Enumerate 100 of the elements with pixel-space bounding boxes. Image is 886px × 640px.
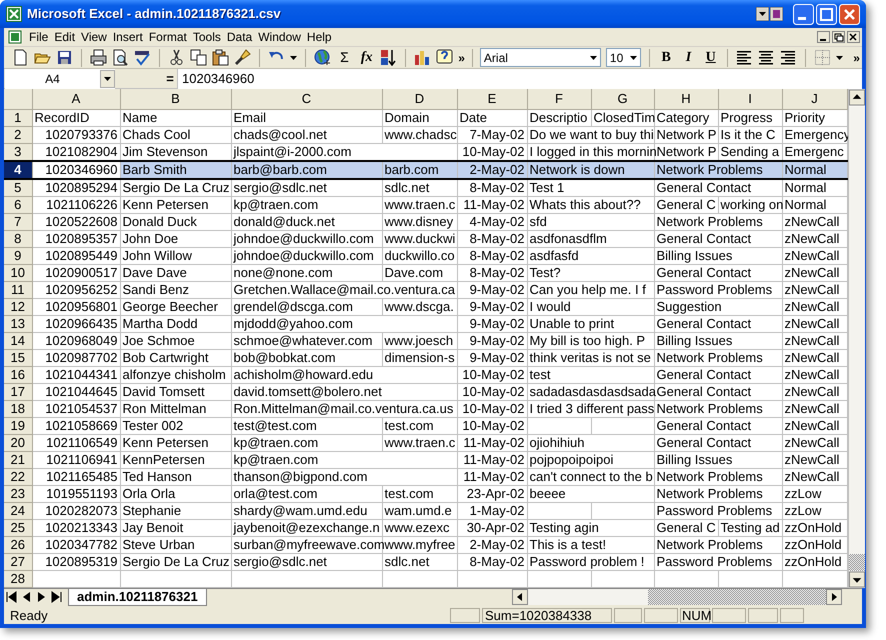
column-header[interactable]: B bbox=[120, 89, 231, 109]
row-header[interactable]: 21 bbox=[4, 451, 32, 468]
dropdown-icon[interactable] bbox=[756, 7, 769, 21]
table-cell: 1020956252 bbox=[32, 281, 120, 298]
vertical-scrollbar[interactable] bbox=[848, 89, 864, 588]
spelling-check-icon[interactable] bbox=[134, 49, 151, 66]
table-cell: 1021054537 bbox=[32, 400, 120, 417]
menu-item[interactable]: Format bbox=[146, 28, 190, 46]
row-header[interactable]: 20 bbox=[4, 434, 32, 451]
first-sheet-icon[interactable] bbox=[4, 589, 19, 605]
row-header[interactable]: 2 bbox=[4, 126, 32, 143]
sheet-tab[interactable]: admin.10211876321 bbox=[68, 588, 207, 606]
column-header[interactable]: E bbox=[457, 89, 527, 109]
scroll-up-icon[interactable] bbox=[848, 89, 864, 106]
menu-item[interactable]: Insert bbox=[110, 28, 146, 46]
printer-icon[interactable] bbox=[90, 49, 107, 66]
function-button[interactable]: fx bbox=[358, 47, 376, 68]
row-header[interactable]: 8 bbox=[4, 230, 32, 247]
new-document-icon[interactable] bbox=[12, 49, 29, 66]
row-header[interactable]: 7 bbox=[4, 213, 32, 230]
formula-field[interactable]: 1020346960 bbox=[177, 68, 862, 88]
overflow-button[interactable]: » bbox=[458, 48, 465, 66]
paintbrush-icon[interactable] bbox=[234, 49, 251, 66]
column-header[interactable]: H bbox=[654, 89, 718, 109]
row-header[interactable]: 26 bbox=[4, 536, 32, 553]
scroll-right-icon[interactable] bbox=[826, 589, 842, 605]
menu-item[interactable]: File bbox=[26, 28, 52, 46]
column-header[interactable]: G bbox=[591, 89, 654, 109]
row-header[interactable]: 9 bbox=[4, 247, 32, 264]
row-header[interactable]: 4 bbox=[4, 160, 32, 178]
row-header[interactable]: 1 bbox=[4, 109, 32, 126]
menu-item[interactable]: Tools bbox=[190, 28, 224, 46]
menu-item[interactable]: Window bbox=[255, 28, 304, 46]
menu-item[interactable]: Help bbox=[304, 28, 335, 46]
copy-icon[interactable] bbox=[190, 49, 207, 66]
row-header[interactable]: 16 bbox=[4, 366, 32, 383]
column-header[interactable]: F bbox=[527, 89, 591, 109]
clipboard-icon[interactable] bbox=[212, 49, 229, 66]
horizontal-scrollbar[interactable] bbox=[512, 589, 842, 605]
document-icon[interactable] bbox=[8, 30, 22, 44]
close-icon[interactable] bbox=[847, 31, 860, 43]
maximize-button[interactable] bbox=[816, 4, 837, 24]
row-header[interactable]: 23 bbox=[4, 485, 32, 502]
menu-item[interactable]: Edit bbox=[51, 28, 78, 46]
row-header[interactable]: 15 bbox=[4, 349, 32, 366]
bold-button[interactable]: B bbox=[658, 47, 675, 68]
globe-icon[interactable] bbox=[314, 49, 331, 66]
row-header[interactable]: 10 bbox=[4, 264, 32, 281]
table-cell: zNewCall bbox=[782, 264, 847, 281]
table-cell: 9-May-02 bbox=[457, 349, 527, 366]
row-header[interactable]: 14 bbox=[4, 332, 32, 349]
italic-button[interactable]: I bbox=[680, 47, 698, 68]
app-icon[interactable] bbox=[770, 7, 783, 21]
row-header[interactable]: 25 bbox=[4, 519, 32, 536]
row-header[interactable]: 19 bbox=[4, 417, 32, 434]
font-field[interactable]: Arial bbox=[480, 48, 601, 67]
scroll-left-icon[interactable] bbox=[512, 589, 528, 605]
row-header[interactable]: 28 bbox=[4, 570, 32, 587]
row-header[interactable]: 22 bbox=[4, 468, 32, 485]
dropdown-icon[interactable] bbox=[100, 70, 115, 88]
align-left-icon[interactable] bbox=[736, 49, 754, 66]
menu-item[interactable]: Data bbox=[224, 28, 256, 46]
sum-button[interactable]: Σ bbox=[336, 47, 354, 68]
minimize-icon[interactable] bbox=[817, 31, 830, 43]
row-header[interactable]: 27 bbox=[4, 553, 32, 570]
align-right-icon[interactable] bbox=[780, 49, 798, 66]
table-cell: 9-May-02 bbox=[457, 315, 527, 332]
scissors-icon[interactable] bbox=[168, 49, 185, 66]
bar-chart-icon[interactable] bbox=[414, 49, 432, 66]
column-header[interactable]: I bbox=[718, 89, 782, 109]
excel-icon[interactable] bbox=[6, 6, 22, 22]
row-header[interactable]: 13 bbox=[4, 315, 32, 332]
scroll-thumb[interactable] bbox=[848, 554, 864, 570]
scroll-down-icon[interactable] bbox=[848, 570, 864, 588]
column-header[interactable]: C bbox=[231, 89, 382, 109]
row-header[interactable]: 11 bbox=[4, 281, 32, 298]
sort-ascending-icon[interactable] bbox=[380, 49, 398, 66]
row-header[interactable]: 18 bbox=[4, 400, 32, 417]
print-preview-icon[interactable] bbox=[112, 49, 129, 66]
close-button[interactable] bbox=[839, 4, 860, 24]
row-header[interactable]: 12 bbox=[4, 298, 32, 315]
menu-item[interactable]: View bbox=[78, 28, 110, 46]
overflow-button[interactable]: » bbox=[853, 48, 862, 66]
borders-icon[interactable] bbox=[814, 49, 832, 66]
last-sheet-icon[interactable] bbox=[49, 589, 64, 605]
name-box[interactable]: A4 bbox=[5, 68, 115, 88]
column-header[interactable]: J bbox=[782, 89, 847, 109]
restore-icon[interactable] bbox=[832, 31, 845, 43]
row-header[interactable]: 17 bbox=[4, 383, 32, 400]
column-header[interactable]: D bbox=[382, 89, 457, 109]
table-cell: Is it the C bbox=[718, 126, 782, 143]
minimize-button[interactable] bbox=[793, 4, 814, 24]
save-icon[interactable] bbox=[56, 49, 73, 66]
column-header[interactable]: A bbox=[32, 89, 120, 109]
row-header[interactable]: 24 bbox=[4, 502, 32, 519]
help-icon[interactable] bbox=[436, 49, 454, 66]
underline-button[interactable]: U bbox=[702, 47, 720, 68]
align-center-icon[interactable] bbox=[758, 49, 776, 66]
font-size-field[interactable]: 10 bbox=[606, 48, 641, 67]
row-header[interactable]: 6 bbox=[4, 196, 32, 213]
